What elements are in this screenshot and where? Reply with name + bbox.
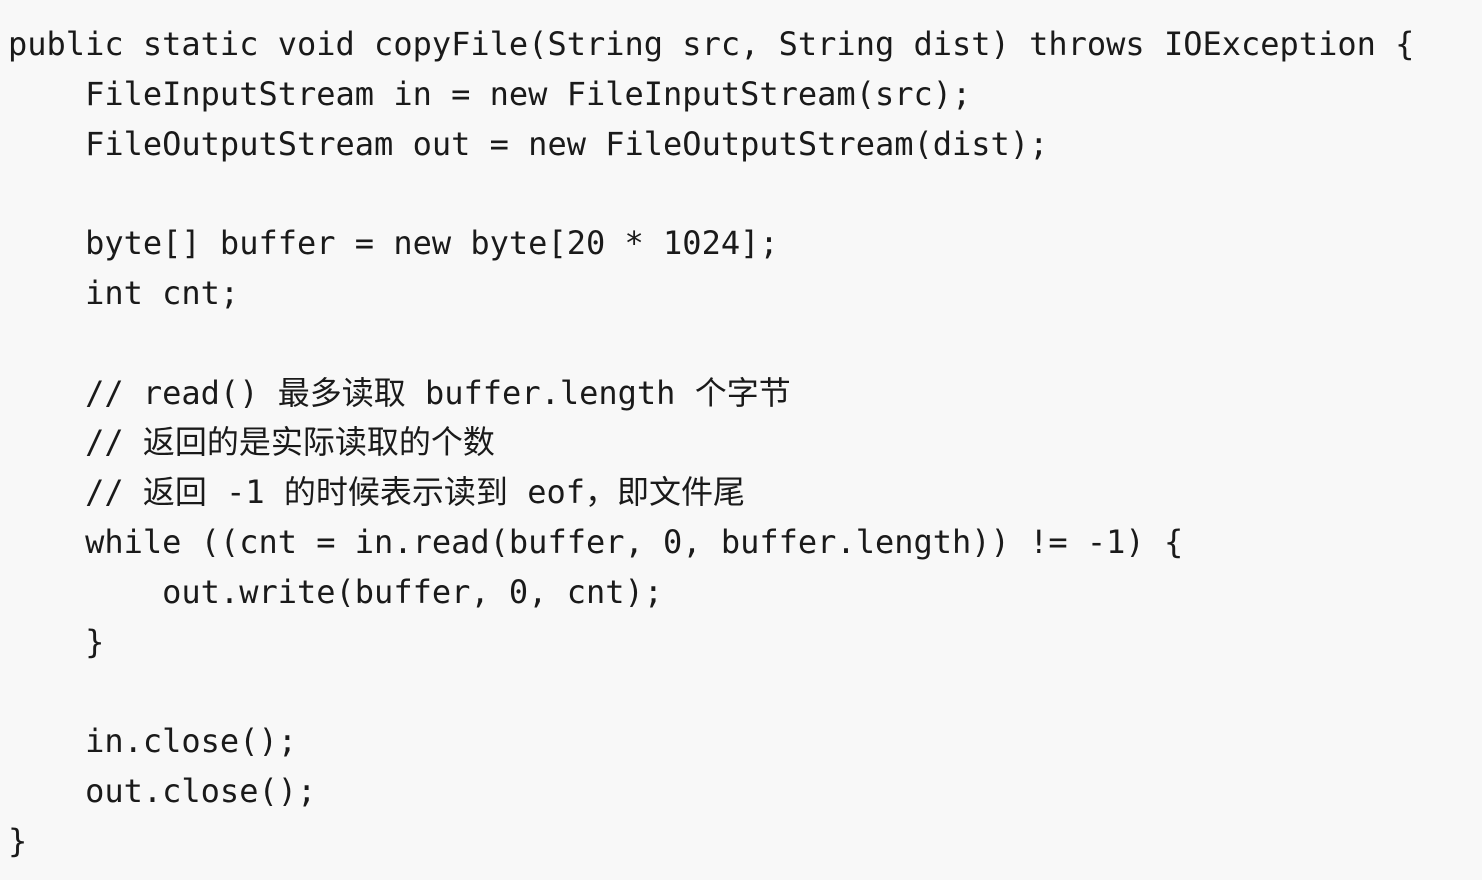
code-line-comment-eof: // 返回 -1 的时候表示读到 eof，即文件尾 <box>8 473 745 512</box>
code-line-while-close: } <box>8 622 105 661</box>
code-line-method-signature: public static void copyFile(String src, … <box>8 25 1415 63</box>
code-line-in-close: in.close(); <box>8 722 297 761</box>
code-line-buffer-decl: byte[] buffer = new byte[20 * 1024]; <box>8 224 779 263</box>
code-block: public static void copyFile(String src, … <box>0 0 1482 880</box>
code-line-out-close: out.close(); <box>8 771 317 810</box>
code-line-input-stream: FileInputStream in = new FileInputStream… <box>8 74 972 113</box>
code-line-while-loop: while ((cnt = in.read(buffer, 0, buffer.… <box>8 522 1184 561</box>
code-line-method-close: } <box>8 821 28 860</box>
code-line-comment-return: // 返回的是实际读取的个数 <box>8 423 495 462</box>
code-line-output-stream: FileOutputStream out = new FileOutputStr… <box>8 124 1049 163</box>
code-line-write: out.write(buffer, 0, cnt); <box>8 572 664 611</box>
code-line-cnt-decl: int cnt; <box>8 273 240 312</box>
code-line-comment-read: // read() 最多读取 buffer.length 个字节 <box>8 373 791 412</box>
